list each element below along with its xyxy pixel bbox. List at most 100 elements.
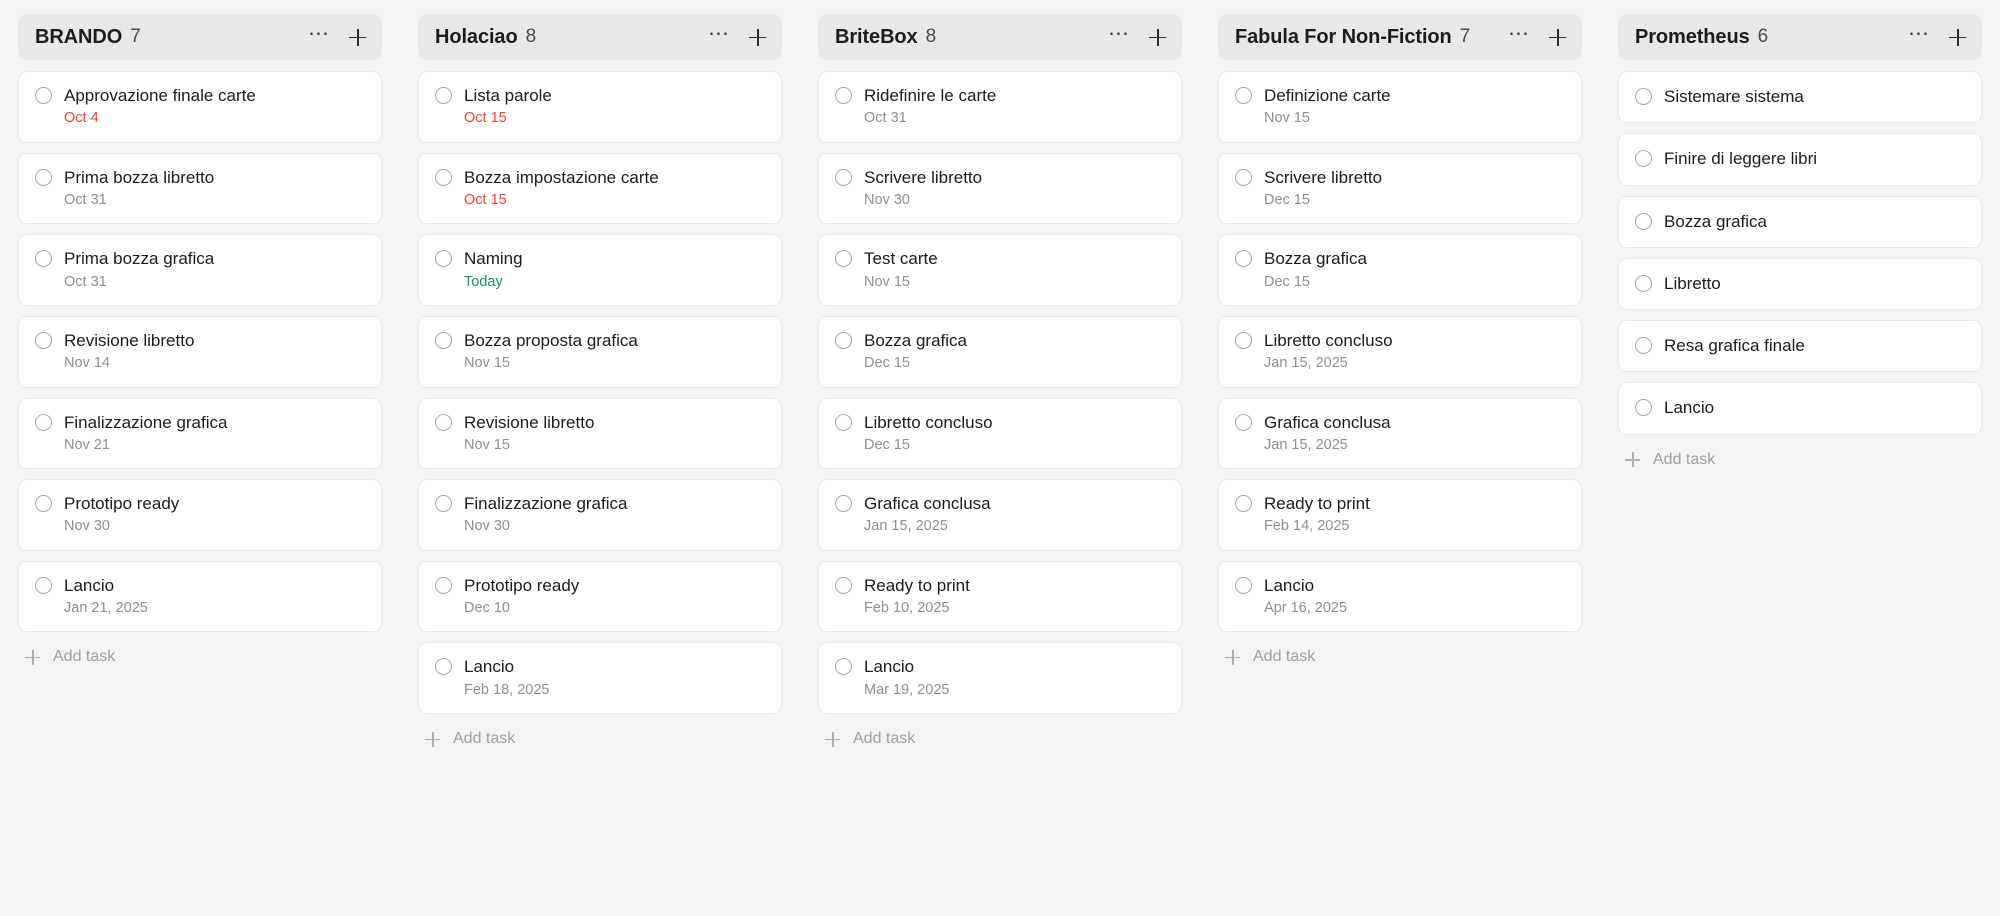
task-complete-checkbox[interactable] [35,87,52,104]
task-complete-checkbox[interactable] [1235,250,1252,268]
task-complete-checkbox[interactable] [435,413,452,431]
task-title: Prima bozza grafica [64,249,215,269]
task-complete-checkbox[interactable] [835,576,852,594]
task-complete-checkbox[interactable] [835,250,852,268]
task-card[interactable]: Definizione carte Nov 15 [1218,71,1582,143]
task-complete-checkbox[interactable] [435,250,452,268]
task-card[interactable]: Ridefinire le carte Oct 31 [818,71,1182,143]
column-menu-icon[interactable]: ⋯ [308,23,330,44]
task-complete-checkbox[interactable] [1235,87,1252,104]
task-card[interactable]: Scrivere libretto Nov 30 [818,152,1182,225]
task-complete-checkbox[interactable] [1235,413,1252,431]
task-complete-checkbox[interactable] [35,250,52,268]
add-task-header-button[interactable] [749,28,766,46]
task-complete-checkbox[interactable] [35,331,52,349]
task-card[interactable]: Lancio [1618,382,1982,435]
task-complete-checkbox[interactable] [1635,399,1652,417]
add-task-header-button[interactable] [1549,28,1566,46]
task-complete-checkbox[interactable] [1235,331,1252,349]
task-card[interactable]: Prototipo ready Nov 30 [18,479,382,551]
task-complete-checkbox[interactable] [435,168,452,186]
add-task-button[interactable]: Add task [1218,632,1582,666]
task-card[interactable]: Lista parole Oct 15 [418,71,782,143]
task-card[interactable]: Grafica conclusa Jan 15, 2025 [1218,397,1582,470]
task-card[interactable]: Revisione libretto Nov 15 [418,397,782,470]
task-card[interactable]: Scrivere libretto Dec 15 [1218,152,1582,225]
task-card[interactable]: Finire di leggere libri [1618,133,1982,186]
task-complete-checkbox[interactable] [835,331,852,349]
task-complete-checkbox[interactable] [1635,274,1652,292]
task-due-date: Oct 31 [864,110,907,127]
add-task-button[interactable]: Add task [418,714,782,748]
add-task-header-button[interactable] [349,28,366,46]
task-card[interactable]: Test carte Nov 15 [818,234,1182,306]
add-task-header-button[interactable] [1949,28,1966,46]
task-card[interactable]: Libretto concluso Jan 15, 2025 [1218,315,1582,388]
task-complete-checkbox[interactable] [835,495,852,513]
task-complete-checkbox[interactable] [435,658,452,676]
task-card[interactable]: Lancio Feb 18, 2025 [418,642,782,715]
task-card[interactable]: Bozza grafica [1618,195,1982,248]
task-due-date: Jan 15, 2025 [1264,355,1348,372]
task-card-body: Resa grafica finale [1664,335,1805,356]
task-card[interactable]: Revisione libretto Nov 14 [18,315,382,388]
task-complete-checkbox[interactable] [35,576,52,594]
task-card[interactable]: Sistemare sistema [1618,71,1982,124]
task-card-body: Lancio Feb 18, 2025 [464,656,549,699]
task-card[interactable]: Ready to print Feb 10, 2025 [818,560,1182,633]
task-due-date: Oct 15 [464,110,507,127]
task-card[interactable]: Approvazione finale carte Oct 4 [18,71,382,143]
task-card[interactable]: Prototipo ready Dec 10 [418,560,782,633]
task-complete-checkbox[interactable] [835,168,852,186]
task-card[interactable]: Resa grafica finale [1618,320,1982,373]
task-complete-checkbox[interactable] [435,331,452,349]
task-complete-checkbox[interactable] [1635,150,1652,168]
task-complete-checkbox[interactable] [435,495,452,513]
task-card[interactable]: Bozza grafica Dec 15 [1218,234,1582,306]
task-complete-checkbox[interactable] [435,87,452,104]
ellipsis-icon: ⋯ [1508,22,1530,45]
task-complete-checkbox[interactable] [1235,576,1252,594]
task-complete-checkbox[interactable] [435,576,452,594]
task-complete-checkbox[interactable] [835,413,852,431]
column-menu-icon[interactable]: ⋯ [708,23,730,44]
ellipsis-icon: ⋯ [708,22,730,45]
task-card-body: Bozza proposta grafica Nov 15 [464,330,638,373]
task-card[interactable]: Lancio Apr 16, 2025 [1218,560,1582,633]
task-card[interactable]: Lancio Mar 19, 2025 [818,642,1182,715]
task-card[interactable]: Prima bozza grafica Oct 31 [18,234,382,306]
task-complete-checkbox[interactable] [35,413,52,431]
task-card[interactable]: Prima bozza libretto Oct 31 [18,152,382,225]
column-menu-icon[interactable]: ⋯ [1908,23,1930,44]
add-task-button[interactable]: Add task [1618,435,1982,469]
task-complete-checkbox[interactable] [835,87,852,104]
task-card[interactable]: Libretto concluso Dec 15 [818,397,1182,470]
add-task-header-button[interactable] [1149,28,1166,46]
task-complete-checkbox[interactable] [1635,88,1652,106]
column-header: BRANDO 7 ⋯ [18,14,382,60]
plus-icon [1625,452,1640,467]
task-due-date: Dec 15 [864,355,910,372]
task-card[interactable]: Bozza proposta grafica Nov 15 [418,315,782,388]
task-card-body: Finalizzazione grafica Nov 30 [464,493,627,536]
task-card[interactable]: Bozza grafica Dec 15 [818,315,1182,388]
task-complete-checkbox[interactable] [1635,212,1652,230]
task-card[interactable]: Ready to print Feb 14, 2025 [1218,479,1582,551]
task-card[interactable]: Bozza impostazione carte Oct 15 [418,152,782,225]
task-card[interactable]: Naming Today [418,234,782,306]
add-task-button[interactable]: Add task [18,632,382,666]
column-menu-icon[interactable]: ⋯ [1508,23,1530,44]
task-card[interactable]: Libretto [1618,257,1982,310]
task-complete-checkbox[interactable] [35,495,52,513]
task-complete-checkbox[interactable] [1235,495,1252,513]
task-card[interactable]: Finalizzazione grafica Nov 21 [18,397,382,470]
task-complete-checkbox[interactable] [1635,337,1652,355]
task-complete-checkbox[interactable] [835,658,852,676]
task-card[interactable]: Finalizzazione grafica Nov 30 [418,479,782,551]
column-menu-icon[interactable]: ⋯ [1108,23,1130,44]
task-card[interactable]: Grafica conclusa Jan 15, 2025 [818,479,1182,551]
task-card[interactable]: Lancio Jan 21, 2025 [18,560,382,633]
task-complete-checkbox[interactable] [35,168,52,186]
add-task-button[interactable]: Add task [818,714,1182,748]
task-complete-checkbox[interactable] [1235,168,1252,186]
